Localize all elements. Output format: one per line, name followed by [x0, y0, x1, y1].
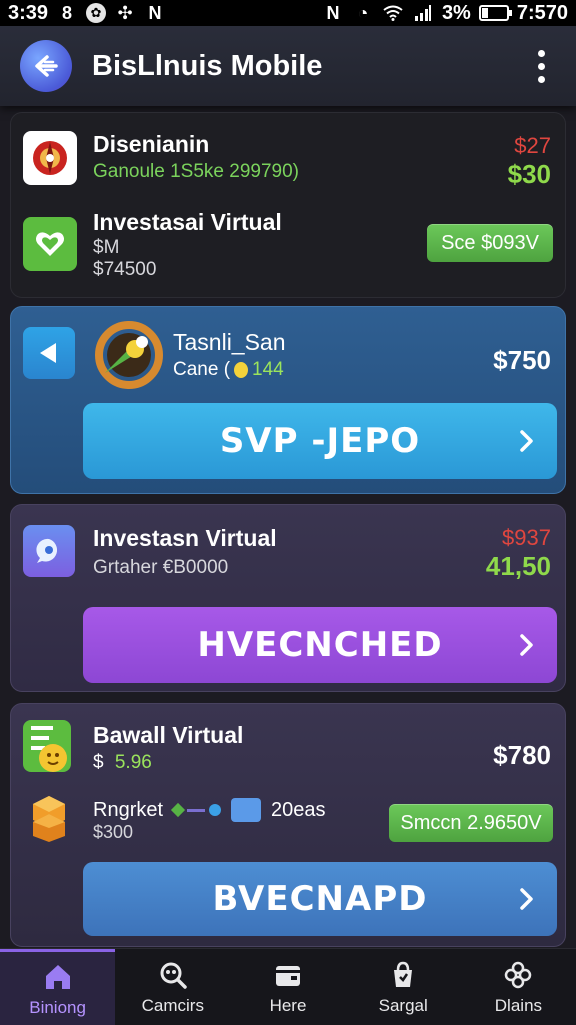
nav-label: Dlains	[494, 996, 543, 1015]
item-subtitle-accent: 144	[252, 359, 284, 380]
price-change: $937	[502, 525, 551, 550]
portfolio-card-1[interactable]: Disenianin Ganoule 1S5ke 299790) $27 $30…	[10, 112, 566, 298]
item-subtitle-row: Cane ( 144	[173, 359, 284, 381]
home-icon	[41, 960, 75, 994]
row2-extra: 20eas	[271, 798, 326, 821]
green-doc-icon	[23, 720, 71, 772]
chevron-right-icon	[520, 634, 533, 656]
wallet-icon	[271, 958, 305, 992]
nav-item-sargal[interactable]: Sargal	[346, 949, 461, 1025]
chat-bubble-icon	[23, 525, 75, 577]
bottom-nav: Biniong Camcirs Here Sargal Dlains	[0, 948, 576, 1025]
status-pill[interactable]: Smccn 2.9650V	[389, 804, 553, 842]
row2-title: Rngrket	[93, 798, 164, 821]
green-heart-icon	[23, 217, 77, 271]
more-vert-icon	[537, 49, 545, 57]
status-bar: 3:39 8 ✿ ✣ N N ◔ 3% 7:570	[0, 0, 576, 26]
action-button-label: SVP -JEPO	[219, 421, 421, 461]
item-line2: $74500	[93, 259, 157, 280]
status-right: N ◔ 3% 7:570	[322, 2, 568, 25]
more-menu-button[interactable]	[526, 44, 556, 88]
price-value: $780	[493, 740, 551, 770]
row2-title-line: Rngrket 20eas	[93, 798, 326, 822]
message-icon	[231, 798, 262, 822]
price-change: $27	[514, 133, 551, 158]
status-time: 3:39	[8, 1, 49, 24]
status-left: 3:39 8 ✿ ✣ N	[8, 2, 166, 25]
red-flower-logo	[23, 131, 77, 185]
more-dot	[537, 75, 545, 83]
clock-icon: ◔	[357, 2, 369, 23]
orange-ring-logo	[95, 321, 163, 389]
price-value: 41,50	[485, 551, 551, 581]
action-button[interactable]: HVECNCHED	[83, 607, 557, 683]
orange-cubes-icon	[23, 792, 75, 844]
n-icon: N	[148, 2, 162, 23]
eight-icon: 8	[62, 2, 73, 23]
coin-icon	[234, 362, 249, 378]
nav-item-camcirs[interactable]: Camcirs	[115, 949, 230, 1025]
battery-icon	[478, 5, 512, 21]
price-value: $30	[507, 159, 551, 189]
nav-item-biniong[interactable]: Biniong	[0, 949, 116, 1025]
price-value: $750	[493, 345, 551, 375]
bag-icon	[386, 958, 420, 992]
item-title: Disenianin	[93, 131, 210, 157]
item-title: Tasnli_San	[173, 329, 286, 355]
nav-label: Sargal	[378, 996, 428, 1015]
portfolio-card-4[interactable]: Bawall Virtual $ 5.96 $780 Rngrket 20eas…	[10, 703, 566, 947]
action-button-label: HVECNCHED	[197, 625, 443, 665]
back-arrow-icon	[35, 55, 58, 77]
wifi-icon	[382, 2, 404, 24]
item-line1: $M	[93, 237, 120, 258]
item-subtitle-row: $ 5.96	[93, 752, 152, 774]
portfolio-card-3[interactable]: Investasn Virtual Grtaher €B0000 $937 41…	[10, 504, 566, 692]
back-button[interactable]	[20, 40, 72, 92]
flower-icon: ✿	[86, 3, 107, 23]
item-subtitle: Cane (	[173, 359, 231, 380]
page-title: BisLlnuis Mobile	[92, 49, 323, 82]
item-title: Investasai Virtual	[93, 209, 282, 235]
more-dot	[537, 62, 545, 70]
battery-percent: 3%	[441, 1, 471, 24]
app-header: BisLlnuis Mobile	[0, 26, 576, 106]
row2-sub: $300	[93, 822, 134, 842]
nav-item-here[interactable]: Here	[230, 949, 345, 1025]
item-title: Investasn Virtual	[93, 525, 277, 551]
chevron-right-icon	[520, 430, 533, 452]
nav-label: Biniong	[29, 997, 86, 1017]
item-subtitle-prefix: $	[93, 752, 104, 773]
n-letter-icon: N	[326, 2, 340, 23]
item-subtitle-value: 5.96	[114, 752, 152, 773]
status-pill[interactable]: Sce $093V	[427, 224, 553, 262]
status-clock-right: 7:570	[516, 1, 568, 24]
portfolio-card-2[interactable]: Tasnli_San Cane ( 144 $750 SVP -JEPO	[10, 306, 566, 494]
item-subtitle: Grtaher €B0000	[93, 557, 229, 578]
action-button[interactable]: SVP -JEPO	[83, 403, 557, 479]
chevron-right-icon	[520, 888, 533, 910]
play-back-icon[interactable]	[23, 327, 75, 379]
action-button[interactable]: BVECNAPD	[83, 862, 557, 936]
search-icon	[156, 958, 190, 992]
action-button-label: BVECNAPD	[212, 879, 428, 919]
signal-icon	[412, 2, 434, 24]
grid-flower-icon	[501, 958, 535, 992]
badge-icon: ✣	[117, 2, 133, 23]
nav-label: Camcirs	[141, 996, 204, 1015]
nav-label: Here	[269, 996, 307, 1015]
mini-chart-icon	[170, 802, 222, 818]
nav-item-dlains[interactable]: Dlains	[461, 949, 576, 1025]
item-subtitle: Ganoule 1S5ke 299790)	[93, 161, 299, 182]
item-title: Bawall Virtual	[93, 722, 244, 748]
